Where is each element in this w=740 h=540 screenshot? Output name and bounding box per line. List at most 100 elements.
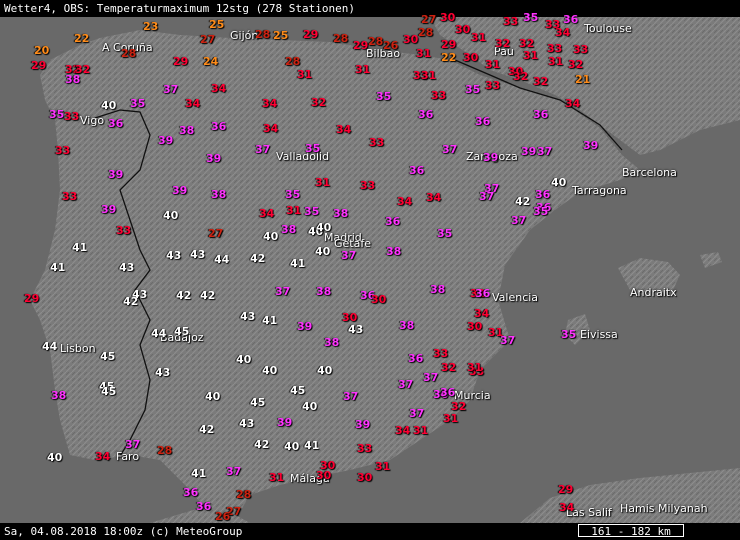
temperature-reading: 45 (100, 350, 116, 363)
temperature-reading: 39 (206, 152, 222, 165)
temperature-reading: 31 (416, 47, 432, 60)
temperature-reading: 36 (196, 500, 212, 513)
temperature-reading: 30 (463, 51, 479, 64)
temperature-reading: 37 (255, 143, 271, 156)
temperature-reading: 30 (455, 23, 471, 36)
temperature-reading: 40 (262, 364, 278, 377)
temperature-reading: 37 (398, 378, 414, 391)
map-frame: Wetter4, OBS: Temperaturmaximum 12stg (2… (0, 0, 740, 540)
temperature-reading: 35 (130, 97, 146, 110)
temperature-reading: 36 (385, 215, 401, 228)
temperature-reading: 28 (333, 32, 349, 45)
temperature-reading: 33 (360, 179, 376, 192)
temperature-reading: 28 (157, 444, 173, 457)
city-label: Valencia (492, 291, 539, 304)
temperature-reading: 34 (426, 191, 442, 204)
temperature-reading: 40 (284, 440, 300, 453)
temperature-reading: 31 (443, 412, 459, 425)
temperature-reading: 36 (418, 108, 434, 121)
footer-timestamp: Sa, 04.08.2018 18:00z (c) MeteoGroup (4, 525, 243, 538)
temperature-reading: 29 (441, 38, 457, 51)
temperature-reading: 36 (211, 120, 227, 133)
temperature-reading: 37 (343, 390, 359, 403)
temperature-reading: 35 (285, 188, 301, 201)
temperature-reading: 38 (386, 245, 402, 258)
temperature-reading: 32 (441, 361, 457, 374)
temperature-reading: 40 (263, 230, 279, 243)
temperature-reading: 33 (433, 347, 449, 360)
temperature-reading: 33 (547, 42, 563, 55)
temperature-reading: 36 (535, 188, 551, 201)
temperature-reading: 39 (297, 320, 313, 333)
temperature-reading: 40 (47, 451, 63, 464)
temperature-reading: 37 (442, 143, 458, 156)
temperature-reading: 33 (64, 110, 80, 123)
temperature-reading: 38 (65, 73, 81, 86)
temperature-reading: 38 (430, 283, 446, 296)
city-label: Eivissa (580, 328, 618, 341)
temperature-reading: 37 (409, 407, 425, 420)
temperature-reading: 29 (24, 292, 40, 305)
temperature-reading: 31 (548, 55, 564, 68)
temperature-reading: 28 (368, 35, 384, 48)
temperature-reading: 26 (215, 510, 231, 523)
temperature-reading: 31 (269, 471, 285, 484)
temperature-reading: 38 (51, 389, 67, 402)
temperature-reading: 30 (316, 469, 332, 482)
temperature-reading: 33 (116, 224, 132, 237)
temperature-reading: 37 (226, 465, 242, 478)
temperature-reading: 41 (304, 439, 320, 452)
temperature-reading: 26 (383, 39, 399, 52)
temperature-reading: 36 (533, 108, 549, 121)
city-label: Andraitx (630, 286, 677, 299)
temperature-reading: 23 (143, 20, 159, 33)
temperature-reading: 43 (348, 323, 364, 336)
temperature-reading: 29 (31, 59, 47, 72)
temperature-reading: 42 (199, 423, 215, 436)
temperature-reading: 40 (317, 364, 333, 377)
temperature-reading: 42 (123, 295, 139, 308)
temperature-reading: 40 (302, 400, 318, 413)
temperature-reading: 31 (467, 361, 483, 374)
temperature-reading: 38 (316, 285, 332, 298)
temperature-reading: 36 (409, 164, 425, 177)
temperature-reading: 28 (285, 55, 301, 68)
temperature-reading: 34 (474, 307, 490, 320)
temperature-reading: 30 (371, 293, 387, 306)
temperature-reading: 40 (315, 245, 331, 258)
temperature-reading: 33 (357, 442, 373, 455)
temperature-reading: 37 (500, 334, 516, 347)
temperature-reading: 40 (316, 221, 332, 234)
temperature-reading: 33 (369, 136, 385, 149)
temperature-reading: 45 (290, 384, 306, 397)
city-label: Faro (116, 450, 140, 463)
temperature-reading: 35 (49, 108, 65, 121)
scale-bar: 161 - 182 km (578, 524, 684, 538)
temperature-reading: 42 (254, 438, 270, 451)
temperature-reading: 43 (190, 248, 206, 261)
temperature-reading: 31 (523, 49, 539, 62)
temperature-reading: 28 (255, 28, 271, 41)
temperature-reading: 29 (353, 39, 369, 52)
temperature-reading: 30 (467, 320, 483, 333)
temperature-reading: 37 (341, 249, 357, 262)
temperature-reading: 30 (357, 471, 373, 484)
temperature-reading: 37 (537, 145, 553, 158)
temperature-reading: 34 (565, 97, 581, 110)
temperature-reading: 35 (561, 328, 577, 341)
temperature-reading: 37 (163, 83, 179, 96)
temperature-reading: 35 (304, 205, 320, 218)
city-label: Valladolid (276, 150, 330, 163)
temperature-reading: 31 (471, 31, 487, 44)
temperature-reading: 41 (290, 257, 306, 270)
temperature-reading: 38 (179, 124, 195, 137)
temperature-reading: 36 (108, 117, 124, 130)
temperature-reading: 39 (483, 151, 499, 164)
temperature-reading: 34 (262, 97, 278, 110)
scale-label: 161 - 182 km (591, 525, 671, 538)
temperature-reading: 20 (34, 44, 50, 57)
temperature-reading: 30 (403, 33, 419, 46)
temperature-reading: 35 (465, 83, 481, 96)
temperature-reading: 44 (214, 253, 230, 266)
temperature-reading: 43 (155, 366, 171, 379)
